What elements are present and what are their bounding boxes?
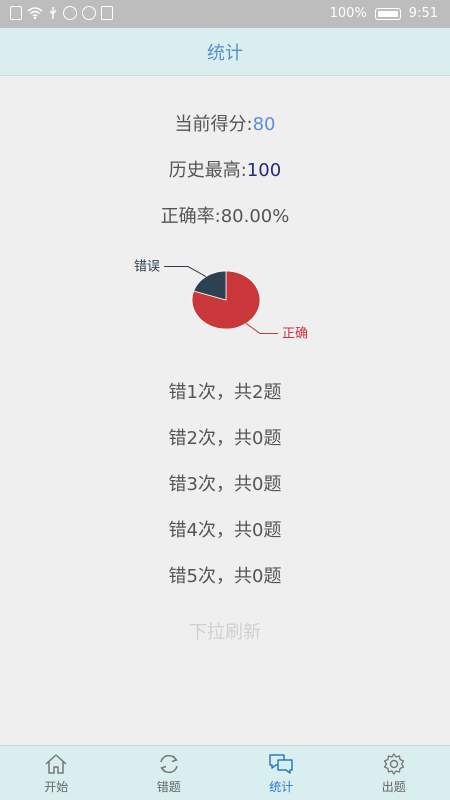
pull-to-refresh-hint: 下拉刷新 [189,622,261,643]
wrong-count-row: 错3次，共0题 [168,474,282,495]
battery-icon [374,7,401,20]
wifi-icon [27,7,43,20]
pie-svg: 正确 错误 [134,260,308,342]
status-icons [10,6,113,20]
accuracy-label: 正确率: [160,206,221,227]
app-icon [82,6,96,20]
pie-label: 正确 [282,326,308,341]
nav-start[interactable]: 开始 [0,746,113,800]
app-icon [63,6,77,20]
wrong-count-row: 错4次，共0题 [168,520,282,541]
battery-percent: 100% [329,6,367,21]
nav-statistics[interactable]: 统计 [225,746,338,800]
status-right: 100% 9:51 [330,6,438,21]
best-score: 历史最高:100 [0,156,450,182]
nav-label: 统计 [269,779,294,794]
pie-label: 错误 [134,260,160,275]
notification-icon [10,6,22,20]
nav-wrong-questions[interactable]: 错题 [113,746,226,800]
wrong-count-row: 错5次，共0题 [168,566,282,587]
wrong-count-row: 错1次，共2题 [168,382,282,403]
home-icon [45,753,67,774]
nav-label: 出题 [381,779,406,794]
page-title: 统计 [207,42,243,64]
chat-icon [269,753,293,774]
current-score-value: 80 [252,114,276,135]
nav-label: 开始 [44,779,69,794]
clock: 9:51 [408,6,438,21]
accuracy-pie-chart: 正确 错误 [130,250,330,355]
current-score-label: 当前得分: [174,114,253,135]
accuracy: 正确率:80.00% [0,202,450,228]
status-bar: 100% 9:51 [0,0,450,28]
gear-icon [383,752,404,775]
bottom-nav: 开始 错题 统计 出题 [0,745,450,800]
best-score-value: 100 [246,160,282,181]
nav-label: 错题 [156,779,181,794]
usb-icon [49,7,57,19]
best-score-label: 历史最高: [168,160,247,181]
pie-leader-line [164,266,207,277]
accuracy-value: 80.00% [220,206,290,227]
wrong-count-row: 错2次，共0题 [168,428,282,449]
pie-leader-line [245,323,278,334]
nav-create-question[interactable]: 出题 [338,746,450,800]
app-header: 统计 [0,28,450,76]
current-score: 当前得分:80 [0,110,450,136]
refresh-icon [159,754,178,773]
info-icon [101,6,113,20]
